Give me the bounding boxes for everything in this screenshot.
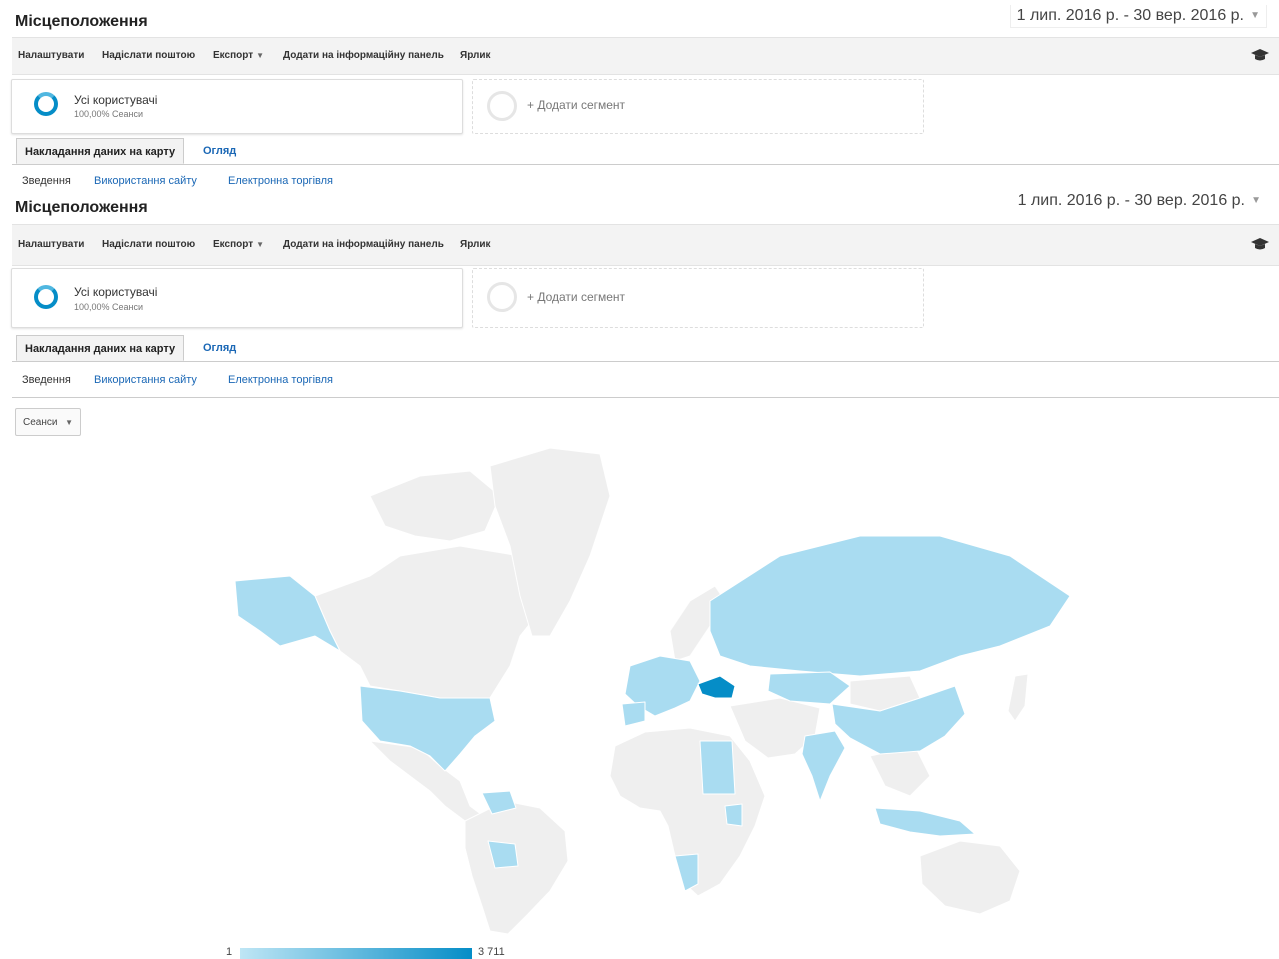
page-title: Місцеположення <box>15 13 148 30</box>
export-button[interactable]: Експорт ▼ <box>213 38 264 74</box>
segment-all-users[interactable]: Усі користувачі 100,00% Сеанси <box>11 268 463 328</box>
email-button[interactable]: Надіслати поштою <box>102 38 195 74</box>
subtab-site-usage[interactable]: Використання сайту <box>94 374 197 386</box>
legend-max-label: 3 711 <box>478 946 505 958</box>
map-region-egypt-sudan[interactable] <box>699 740 736 795</box>
date-range-label: 1 лип. 2016 р. - 30 вер. 2016 р. <box>1016 7 1244 24</box>
map-region-iberia[interactable] <box>621 701 646 727</box>
map-region-namibia[interactable] <box>674 853 699 892</box>
map-region-india[interactable] <box>801 730 846 802</box>
segment-ring-icon <box>34 285 58 309</box>
view-tabs: Накладання даних на карту Огляд <box>12 335 1279 362</box>
graduation-cap-icon[interactable] <box>1251 238 1269 250</box>
report-toolbar: Налаштувати Надіслати поштою Експорт ▼ До… <box>12 224 1279 266</box>
export-label: Експорт <box>213 50 254 61</box>
subtab-ecommerce[interactable]: Електронна торгівля <box>228 175 333 187</box>
add-segment-label: + Додати сегмент <box>527 98 626 112</box>
subtab-ecommerce[interactable]: Електронна торгівля <box>228 374 333 386</box>
graduation-cap-icon[interactable] <box>1251 49 1269 61</box>
map-region-japan[interactable] <box>1007 673 1029 722</box>
page-title: Місцеположення <box>15 199 148 216</box>
metric-selector-label: Сеанси <box>23 417 58 428</box>
empty-segment-ring-icon <box>487 91 517 121</box>
segment-all-users[interactable]: Усі користувачі 100,00% Сеанси <box>11 79 463 134</box>
email-button[interactable]: Надіслати поштою <box>102 225 195 265</box>
subtab-summary[interactable]: Зведення <box>22 175 71 187</box>
customize-button[interactable]: Налаштувати <box>18 38 84 74</box>
subtab-summary[interactable]: Зведення <box>22 374 71 386</box>
add-segment-label: + Додати сегмент <box>527 290 626 304</box>
chevron-down-icon: ▼ <box>256 240 265 249</box>
map-region-arctic-islands[interactable] <box>369 470 501 542</box>
world-map[interactable] <box>220 436 1090 936</box>
tab-map-overlay[interactable]: Накладання даних на карту <box>16 138 185 164</box>
add-to-dashboard-button[interactable]: Додати на інформаційну панель <box>283 38 444 74</box>
date-range-picker[interactable]: 1 лип. 2016 р. - 30 вер. 2016 р. ▼ <box>1011 190 1267 212</box>
shortcut-button[interactable]: Ярлик <box>460 225 491 265</box>
tab-map-overlay[interactable]: Накладання даних на карту <box>16 335 185 361</box>
chevron-down-icon: ▼ <box>1251 195 1261 206</box>
map-region-indonesia[interactable] <box>874 807 976 837</box>
legend-min-label: 1 <box>226 946 233 958</box>
map-region-russia[interactable] <box>709 535 1071 677</box>
customize-button[interactable]: Налаштувати <box>18 225 84 265</box>
map-region-ukraine[interactable] <box>697 675 736 699</box>
segment-name: Усі користувачі <box>74 285 158 299</box>
export-label: Експорт <box>213 239 254 250</box>
divider <box>12 397 1279 398</box>
add-segment-box[interactable]: + Додати сегмент <box>472 79 924 134</box>
tab-explorer[interactable]: Огляд <box>203 138 236 164</box>
legend-gradient-bar <box>240 948 472 959</box>
metric-selector[interactable]: Сеанси ▼ <box>15 408 81 436</box>
tab-explorer[interactable]: Огляд <box>203 335 236 361</box>
add-segment-box[interactable]: + Додати сегмент <box>472 268 924 328</box>
date-range-label: 1 лип. 2016 р. - 30 вер. 2016 р. <box>1017 192 1245 209</box>
chevron-down-icon: ▼ <box>65 418 73 427</box>
segment-subtext: 100,00% Сеанси <box>74 109 144 119</box>
add-to-dashboard-button[interactable]: Додати на інформаційну панель <box>283 225 444 265</box>
export-button[interactable]: Експорт ▼ <box>213 225 264 265</box>
chevron-down-icon: ▼ <box>256 51 265 60</box>
shortcut-button[interactable]: Ярлик <box>460 38 491 74</box>
report-toolbar: Налаштувати Надіслати поштою Експорт ▼ До… <box>12 37 1279 75</box>
segment-ring-icon <box>34 92 58 116</box>
map-region-south-america[interactable] <box>464 800 569 935</box>
empty-segment-ring-icon <box>487 282 517 312</box>
chevron-down-icon: ▼ <box>1250 10 1260 21</box>
view-tabs: Накладання даних на карту Огляд <box>12 138 1279 165</box>
map-region-kenya[interactable] <box>724 803 743 827</box>
date-range-picker[interactable]: 1 лип. 2016 р. - 30 вер. 2016 р. ▼ <box>1009 5 1267 28</box>
map-region-australia[interactable] <box>919 840 1021 915</box>
segment-name: Усі користувачі <box>74 93 158 107</box>
segment-subtext: 100,00% Сеанси <box>74 302 144 312</box>
subtab-site-usage[interactable]: Використання сайту <box>94 175 197 187</box>
